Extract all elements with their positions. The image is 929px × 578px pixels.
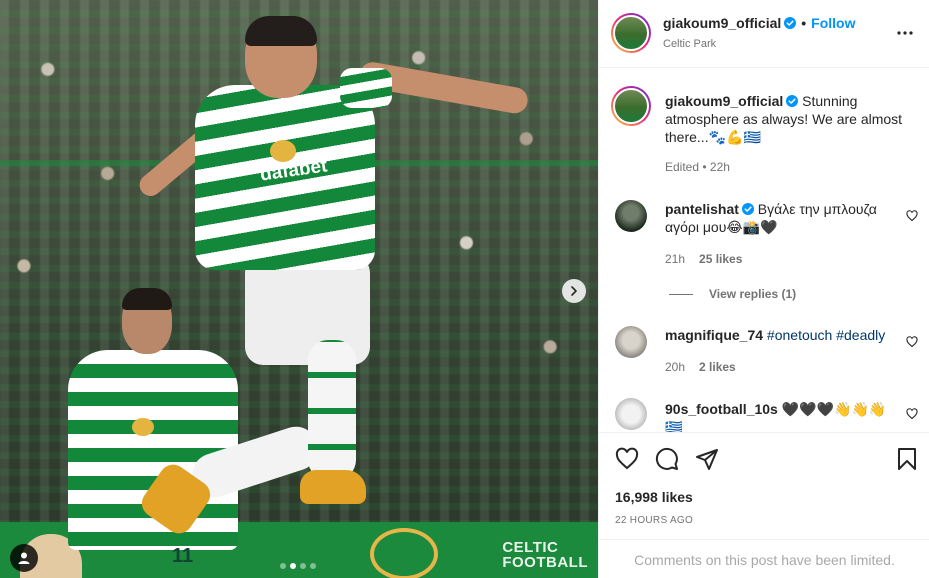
shirt-sponsor: dafabet xyxy=(115,435,172,452)
commenter-avatar[interactable] xyxy=(615,200,647,232)
view-replies-button[interactable]: View replies (1) xyxy=(669,287,796,301)
bookmark-icon[interactable] xyxy=(895,447,919,471)
chevron-right-icon xyxy=(571,286,577,296)
user-tag-icon xyxy=(18,552,30,564)
author-username[interactable]: giakoum9_official xyxy=(663,15,781,31)
post-sidebar: giakoum9_official • Follow Celtic Park gia… xyxy=(598,0,929,578)
player-boot xyxy=(300,470,366,504)
post-actions: 16,998 likes 22 HOURS AGO Comments on th… xyxy=(599,432,929,578)
like-comment-heart-icon[interactable] xyxy=(906,408,918,420)
commenter-avatar[interactable] xyxy=(615,398,647,430)
more-options-icon[interactable] xyxy=(896,24,914,42)
replies-line xyxy=(669,293,693,295)
comment-text: 90s_football_10s 🖤🖤🖤👋👋👋🇬🇷 xyxy=(665,400,895,436)
comment-text: magnifique_74 #onetouch #deadly xyxy=(665,326,895,344)
carousel-dot-active xyxy=(290,563,296,569)
commenter-username[interactable]: magnifique_74 xyxy=(665,327,763,343)
post-time: 22 HOURS AGO xyxy=(615,515,694,526)
verified-badge-icon xyxy=(786,95,799,107)
commenter-username[interactable]: 90s_football_10s xyxy=(665,401,778,417)
caption-edited-time: Edited • 22h xyxy=(665,160,730,174)
like-comment-heart-icon[interactable] xyxy=(906,336,918,348)
board-text: CELTIC FOOTBALL xyxy=(502,539,588,571)
second-player-hair xyxy=(122,288,172,310)
club-crest xyxy=(132,418,154,436)
view-replies-label: View replies (1) xyxy=(709,287,797,301)
comment-meta: 20h 2 likes xyxy=(665,360,736,374)
player-leg xyxy=(308,340,356,480)
caption-username[interactable]: giakoum9_official xyxy=(665,93,783,109)
commenter-username[interactable]: pantelishat xyxy=(665,201,739,217)
main-player-hair xyxy=(245,16,317,46)
comment-icon[interactable] xyxy=(655,447,679,471)
verified-badge-icon xyxy=(741,203,754,215)
author-avatar[interactable] xyxy=(611,13,651,53)
author-avatar[interactable] xyxy=(611,86,651,126)
carousel-next-button[interactable] xyxy=(562,279,586,303)
post-media[interactable]: CELTIC FOOTBALL dafabet 11 dafabet xyxy=(0,0,598,578)
comment-text: pantelishat Βγάλε την μπλουζα αγόρι μου😂… xyxy=(665,200,895,236)
player-number: 11 xyxy=(172,545,194,567)
user-tag-button[interactable] xyxy=(10,544,38,572)
carousel-dot xyxy=(300,563,306,569)
header-username-row: giakoum9_official • Follow xyxy=(663,15,856,31)
comment-time: 20h xyxy=(665,360,686,374)
share-icon[interactable] xyxy=(695,447,719,471)
comment-likes[interactable]: 2 likes xyxy=(699,360,736,374)
carousel-dot xyxy=(310,563,316,569)
verified-badge-icon xyxy=(784,17,797,29)
post-location[interactable]: Celtic Park xyxy=(663,38,716,50)
carousel-dot xyxy=(280,563,286,569)
heart-icon[interactable] xyxy=(615,447,639,471)
follow-button[interactable]: Follow xyxy=(811,15,855,31)
carousel-indicator xyxy=(280,563,316,569)
comment-likes[interactable]: 25 likes xyxy=(699,252,742,266)
caption-text: giakoum9_official Stunning atmosphere as… xyxy=(665,92,910,146)
like-comment-heart-icon[interactable] xyxy=(906,210,918,222)
separator-dot: • xyxy=(801,15,807,31)
comments-limited-notice: Comments on this post have been limited. xyxy=(599,539,929,578)
comment-hashtags[interactable]: #onetouch #deadly xyxy=(767,327,885,343)
post-header: giakoum9_official • Follow Celtic Park xyxy=(599,0,929,68)
likes-count[interactable]: 16,998 likes xyxy=(615,489,693,505)
comment-meta: 21h 25 likes xyxy=(665,252,742,266)
player-sleeve xyxy=(340,68,392,108)
club-crest xyxy=(270,140,296,162)
comment-time: 21h xyxy=(665,252,686,266)
commenter-avatar[interactable] xyxy=(615,326,647,358)
